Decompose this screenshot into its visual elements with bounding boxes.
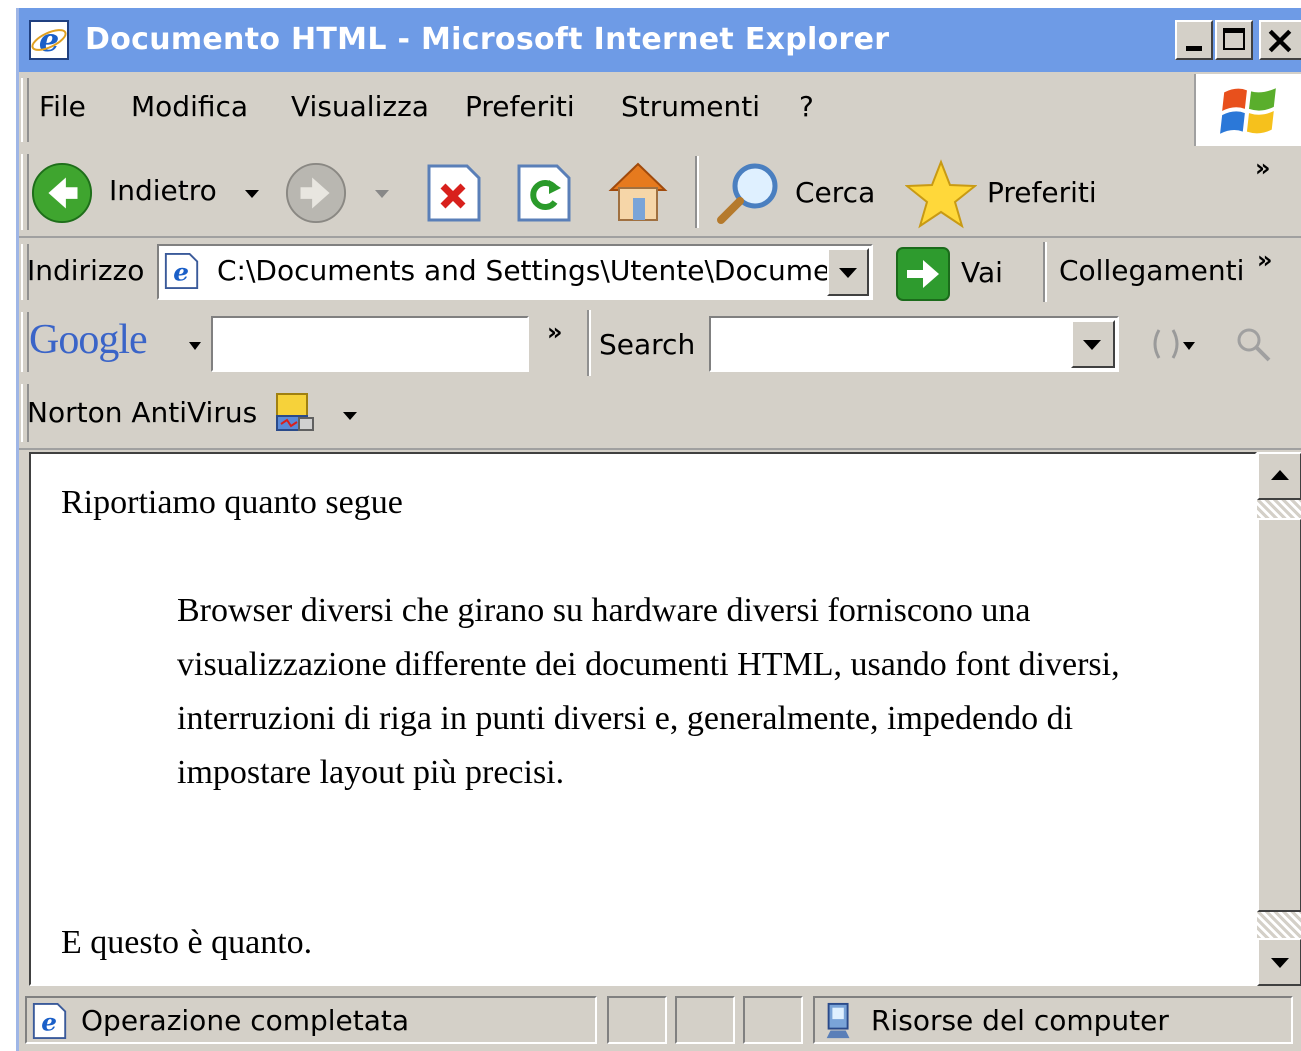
- windows-flag-logo: [1194, 74, 1301, 146]
- scroll-track-top[interactable]: [1257, 500, 1301, 518]
- status-main-pane: e Operazione completata: [25, 996, 597, 1044]
- menu-strumenti[interactable]: Strumenti: [621, 90, 760, 123]
- menu-help[interactable]: ?: [799, 90, 814, 123]
- maximize-button[interactable]: [1215, 20, 1253, 60]
- page-ie-icon: e: [164, 252, 199, 290]
- back-arrow-icon: [31, 162, 93, 224]
- norton-toolbar: Norton AntiVirus: [19, 378, 1301, 450]
- scroll-up-button[interactable]: [1257, 452, 1301, 500]
- ie-logo-icon: e: [29, 20, 69, 60]
- search-combo-input[interactable]: [709, 316, 1119, 372]
- arrow-up-icon: [1271, 470, 1289, 480]
- chevron-down-icon: [1083, 340, 1101, 350]
- window-title: Documento HTML - Microsoft Internet Expl…: [85, 22, 890, 57]
- page-content: Riportiamo quanto segue Browser diversi …: [29, 452, 1257, 986]
- windows-flag-icon: [1220, 88, 1276, 134]
- menu-bar: File Modifica Visualizza Preferiti Strum…: [19, 72, 1301, 150]
- toolbar-separator: [695, 156, 699, 228]
- svg-text:e: e: [173, 258, 189, 287]
- address-label: Indirizzo: [27, 254, 145, 287]
- menu-visualizza[interactable]: Visualizza: [291, 90, 429, 123]
- favorites-label: Preferiti: [987, 176, 1097, 209]
- outro-paragraph: E questo è quanto.: [61, 924, 313, 961]
- minimize-button[interactable]: [1175, 20, 1213, 60]
- google-grip[interactable]: [21, 312, 29, 372]
- menu-preferiti[interactable]: Preferiti: [465, 90, 575, 123]
- find-magnifier-icon[interactable]: [1233, 324, 1273, 364]
- norton-antivirus-icon[interactable]: [273, 390, 317, 434]
- go-arrow-icon: [896, 247, 950, 301]
- google-logo[interactable]: Google: [29, 316, 209, 368]
- status-bar: e Operazione completata Risorse del comp…: [19, 990, 1301, 1051]
- close-icon: [1268, 29, 1292, 53]
- menu-modifica[interactable]: Modifica: [131, 90, 248, 123]
- refresh-icon: [517, 164, 571, 222]
- status-pane-progress: [607, 996, 667, 1044]
- norton-label: Norton AntiVirus: [27, 396, 258, 429]
- search-engine-icon[interactable]: [1149, 324, 1199, 364]
- google-dropdown-icon[interactable]: [189, 342, 201, 350]
- search-combo-dropdown[interactable]: [1071, 320, 1115, 368]
- svg-text:e: e: [39, 21, 59, 59]
- intro-paragraph: Riportiamo quanto segue: [61, 484, 403, 521]
- status-zone-text: Risorse del computer: [871, 1004, 1169, 1037]
- address-input[interactable]: e C:\Documents and Settings\Utente\Docum…: [157, 244, 873, 300]
- title-bar[interactable]: e Documento HTML - Microsoft Internet Ex…: [19, 8, 1301, 72]
- google-brand: Google: [29, 317, 148, 363]
- blockquote: Browser diversi che girano su hardware d…: [177, 592, 1120, 791]
- status-zone-pane: Risorse del computer: [813, 996, 1293, 1044]
- status-pane-privacy: [743, 996, 803, 1044]
- favorites-button[interactable]: Preferiti: [905, 158, 1105, 229]
- google-overflow-chevron[interactable]: »: [547, 318, 563, 346]
- toolbar-overflow-chevron[interactable]: »: [1255, 154, 1271, 182]
- address-separator: [1043, 242, 1047, 302]
- address-bar: Indirizzo e C:\Documents and Settings\Ut…: [19, 238, 1301, 308]
- home-button[interactable]: [603, 156, 673, 226]
- status-text: Operazione completata: [81, 1004, 410, 1037]
- back-button[interactable]: Indietro: [29, 160, 269, 224]
- home-icon: [608, 162, 668, 221]
- norton-dropdown-icon[interactable]: [343, 412, 357, 420]
- search-magnifier-icon: [717, 163, 778, 224]
- address-dropdown-button[interactable]: [827, 248, 869, 296]
- links-button[interactable]: Collegamenti: [1059, 254, 1244, 287]
- go-button[interactable]: Vai: [895, 246, 1015, 302]
- back-dropdown-icon[interactable]: [245, 190, 259, 198]
- back-label: Indietro: [109, 174, 217, 207]
- status-pane-lock: [675, 996, 735, 1044]
- computer-zone-icon: [826, 1002, 850, 1039]
- forward-dropdown-icon[interactable]: [375, 190, 389, 198]
- menu-grip[interactable]: [21, 78, 29, 142]
- address-value: C:\Documents and Settings\Utente\Docume: [217, 254, 831, 287]
- chevron-down-icon: [839, 268, 857, 278]
- forward-button[interactable]: [283, 160, 393, 224]
- page-done-icon: e: [32, 1002, 67, 1040]
- vertical-scrollbar[interactable]: [1257, 452, 1301, 986]
- search-field-label: Search: [599, 328, 696, 361]
- stop-button[interactable]: [425, 162, 483, 224]
- scroll-down-button[interactable]: [1257, 938, 1301, 986]
- search-label: Cerca: [795, 176, 876, 209]
- favorites-star-icon: [905, 159, 977, 229]
- search-button[interactable]: Cerca: [713, 158, 883, 226]
- minimize-icon: [1186, 46, 1202, 51]
- google-separator: [587, 310, 591, 376]
- menu-file[interactable]: File: [39, 90, 86, 123]
- scroll-track-bottom[interactable]: [1257, 912, 1301, 938]
- scroll-thumb[interactable]: [1257, 518, 1301, 912]
- refresh-button[interactable]: [515, 162, 573, 224]
- browser-window: e Documento HTML - Microsoft Internet Ex…: [16, 8, 1301, 1051]
- maximize-icon: [1223, 28, 1245, 50]
- svg-text:e: e: [41, 1008, 57, 1037]
- go-label: Vai: [961, 256, 1003, 289]
- standard-toolbar: Indietro Cerca Preferiti »: [19, 148, 1301, 238]
- arrow-down-icon: [1271, 958, 1289, 968]
- google-search-input[interactable]: [211, 316, 529, 372]
- links-overflow-chevron[interactable]: »: [1257, 246, 1273, 274]
- google-toolbar: Google » Search: [19, 306, 1301, 380]
- toolbar-grip[interactable]: [21, 154, 29, 230]
- close-button[interactable]: [1259, 20, 1301, 60]
- forward-arrow-icon: [285, 162, 347, 224]
- stop-icon: [427, 164, 481, 222]
